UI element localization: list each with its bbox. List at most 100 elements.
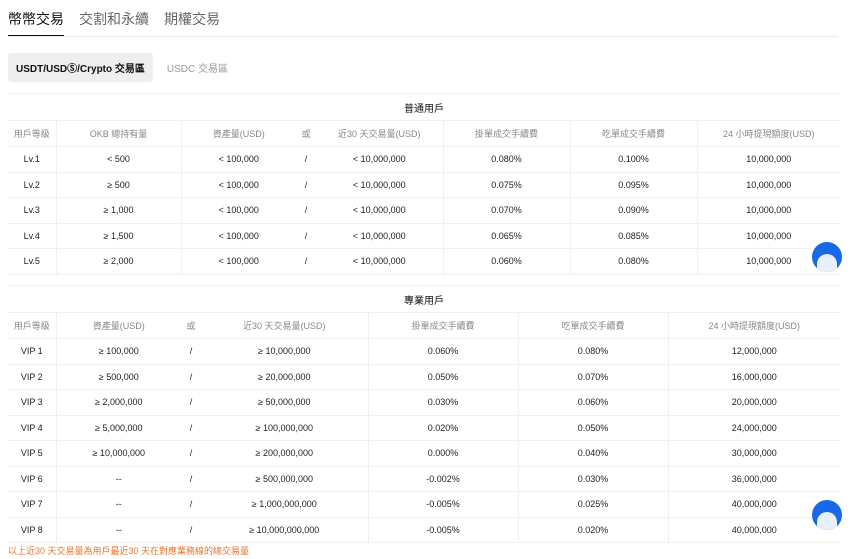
table-cell: ≥ 10,000,000 xyxy=(201,338,368,365)
table-cell: ≥ 1,500 xyxy=(55,223,181,249)
zone-tab-usdt-crypto[interactable]: USDT/USDⓈ/Crypto 交易區 xyxy=(8,53,153,82)
table-cell: / xyxy=(296,172,316,198)
table-cell: 0.000% xyxy=(367,440,518,467)
zone-tab-usdc[interactable]: USDC 交易區 xyxy=(159,53,236,82)
table-cell: < 100,000 xyxy=(180,197,296,224)
header-cell: 24 小時提現額度(USD) xyxy=(696,120,840,147)
table-cell: 0.070% xyxy=(517,364,668,390)
table-cell: < 100,000 xyxy=(180,172,296,198)
pro-table-title-row: 專業用戶 xyxy=(8,285,841,313)
table-row: VIP 8 -- / ≥ 10,000,000,000 -0.005% 0.02… xyxy=(8,517,841,543)
pro-header-row: 用戶等級 資產量(USD) 或 近30 天交易量(USD) 掛單成交手續費 吃單… xyxy=(8,312,841,339)
tab-futures-perpetual[interactable]: 交割和永續 xyxy=(79,9,149,35)
table-cell: ≥ 20,000,000 xyxy=(201,364,368,390)
table-cell: 0.100% xyxy=(569,146,697,173)
table-cell: 10,000,000 xyxy=(696,197,840,224)
table-cell: ≥ 1,000,000,000 xyxy=(201,491,368,518)
table-cell: -- xyxy=(55,491,181,518)
table-cell: -0.005% xyxy=(367,517,518,543)
table-cell: 24,000,000 xyxy=(667,415,841,441)
table-cell: ≥ 2,000,000 xyxy=(55,389,181,416)
table-cell: 30,000,000 xyxy=(667,440,841,467)
header-cell: 24 小時提現額度(USD) xyxy=(667,312,841,339)
table-cell: ≥ 100,000,000 xyxy=(201,415,368,441)
tab-options-trading[interactable]: 期權交易 xyxy=(164,9,220,35)
pro-table-title: 專業用戶 xyxy=(8,285,841,313)
header-cell: 近30 天交易量(USD) xyxy=(316,120,443,147)
regular-header-row: 用戶等級 OKB 總持有量 資產量(USD) 或 近30 天交易量(USD) 掛… xyxy=(8,120,840,147)
table-cell: / xyxy=(181,491,201,518)
table-cell: 0.065% xyxy=(442,223,570,249)
table-cell: 0.050% xyxy=(367,364,518,390)
table-cell: 0.085% xyxy=(569,223,697,249)
header-cell: 或 xyxy=(181,312,201,339)
table-cell: < 500 xyxy=(55,146,181,173)
table-cell: / xyxy=(181,389,201,416)
table-row: VIP 3 ≥ 2,000,000 / ≥ 50,000,000 0.030% … xyxy=(8,389,841,416)
table-cell: VIP 7 xyxy=(8,491,56,518)
table-cell: -- xyxy=(55,466,181,492)
header-cell: 吃單成交手續費 xyxy=(569,120,697,147)
tab-spot-trading[interactable]: 幣幣交易 xyxy=(8,9,64,37)
pro-fee-table: 專業用戶 用戶等級 資產量(USD) 或 近30 天交易量(USD) 掛單成交手… xyxy=(8,285,841,543)
table-cell: VIP 8 xyxy=(8,517,56,543)
table-cell: VIP 6 xyxy=(8,466,56,492)
table-cell: 0.095% xyxy=(569,172,697,198)
table-cell: / xyxy=(296,197,316,224)
zone-tabs: USDT/USDⓈ/Crypto 交易區 USDC 交易區 xyxy=(8,53,236,82)
table-cell: 16,000,000 xyxy=(667,364,841,390)
header-cell: OKB 總持有量 xyxy=(55,120,181,147)
table-cell: / xyxy=(181,466,201,492)
table-cell: 0.075% xyxy=(442,172,570,198)
table-cell: 0.080% xyxy=(517,338,668,365)
header-cell: 資產量(USD) xyxy=(180,120,296,147)
table-cell: / xyxy=(181,415,201,441)
table-cell: -0.002% xyxy=(367,466,518,492)
table-cell: VIP 2 xyxy=(8,364,56,390)
table-cell: ≥ 500,000,000 xyxy=(201,466,368,492)
table-cell: ≥ 50,000,000 xyxy=(201,389,368,416)
footnote: 以上近30 天交易量為用戶最近30 天在對應業務線的總交易量 xyxy=(8,546,250,556)
table-cell: 0.025% xyxy=(517,491,668,518)
table-row: VIP 6 -- / ≥ 500,000,000 -0.002% 0.030% … xyxy=(8,466,841,492)
table-cell: ≥ 5,000,000 xyxy=(55,415,181,441)
header-cell: 掛單成交手續費 xyxy=(442,120,570,147)
table-cell: 0.060% xyxy=(517,389,668,416)
table-row: VIP 2 ≥ 500,000 / ≥ 20,000,000 0.050% 0.… xyxy=(8,364,841,390)
table-cell: 0.040% xyxy=(517,440,668,467)
table-cell: Lv.1 xyxy=(8,146,56,173)
table-cell: VIP 1 xyxy=(8,338,56,365)
table-cell: 0.090% xyxy=(569,197,697,224)
header-cell: 用戶等級 xyxy=(8,120,56,147)
table-cell: 0.020% xyxy=(517,517,668,543)
table-cell: < 100,000 xyxy=(180,146,296,173)
table-cell: < 10,000,000 xyxy=(316,197,443,224)
table-cell: 20,000,000 xyxy=(667,389,841,416)
table-cell: Lv.2 xyxy=(8,172,56,198)
table-cell: Lv.5 xyxy=(8,248,56,275)
table-cell: / xyxy=(296,146,316,173)
table-cell: / xyxy=(296,223,316,249)
header-cell: 或 xyxy=(296,120,316,147)
table-cell: / xyxy=(296,248,316,275)
header-cell: 用戶等級 xyxy=(8,312,56,339)
table-cell: 10,000,000 xyxy=(696,146,840,173)
table-row: Lv.5 ≥ 2,000 < 100,000 / < 10,000,000 0.… xyxy=(8,248,840,275)
table-cell: -0.005% xyxy=(367,491,518,518)
support-chat-icon[interactable] xyxy=(812,242,842,272)
table-cell: / xyxy=(181,338,201,365)
table-row: VIP 7 -- / ≥ 1,000,000,000 -0.005% 0.025… xyxy=(8,491,841,518)
table-cell: / xyxy=(181,517,201,543)
table-cell: < 10,000,000 xyxy=(316,248,443,275)
table-cell: ≥ 500 xyxy=(55,172,181,198)
table-cell: ≥ 10,000,000,000 xyxy=(201,517,368,543)
table-cell: ≥ 200,000,000 xyxy=(201,440,368,467)
support-chat-icon[interactable] xyxy=(812,500,842,530)
tab-divider xyxy=(8,36,838,37)
table-cell: 0.080% xyxy=(442,146,570,173)
main-tabs: 幣幣交易 交割和永續 期權交易 xyxy=(8,9,220,39)
table-row: VIP 4 ≥ 5,000,000 / ≥ 100,000,000 0.020%… xyxy=(8,415,841,441)
table-cell: 0.080% xyxy=(569,248,697,275)
table-cell: ≥ 100,000 xyxy=(55,338,181,365)
table-cell: ≥ 1,000 xyxy=(55,197,181,224)
